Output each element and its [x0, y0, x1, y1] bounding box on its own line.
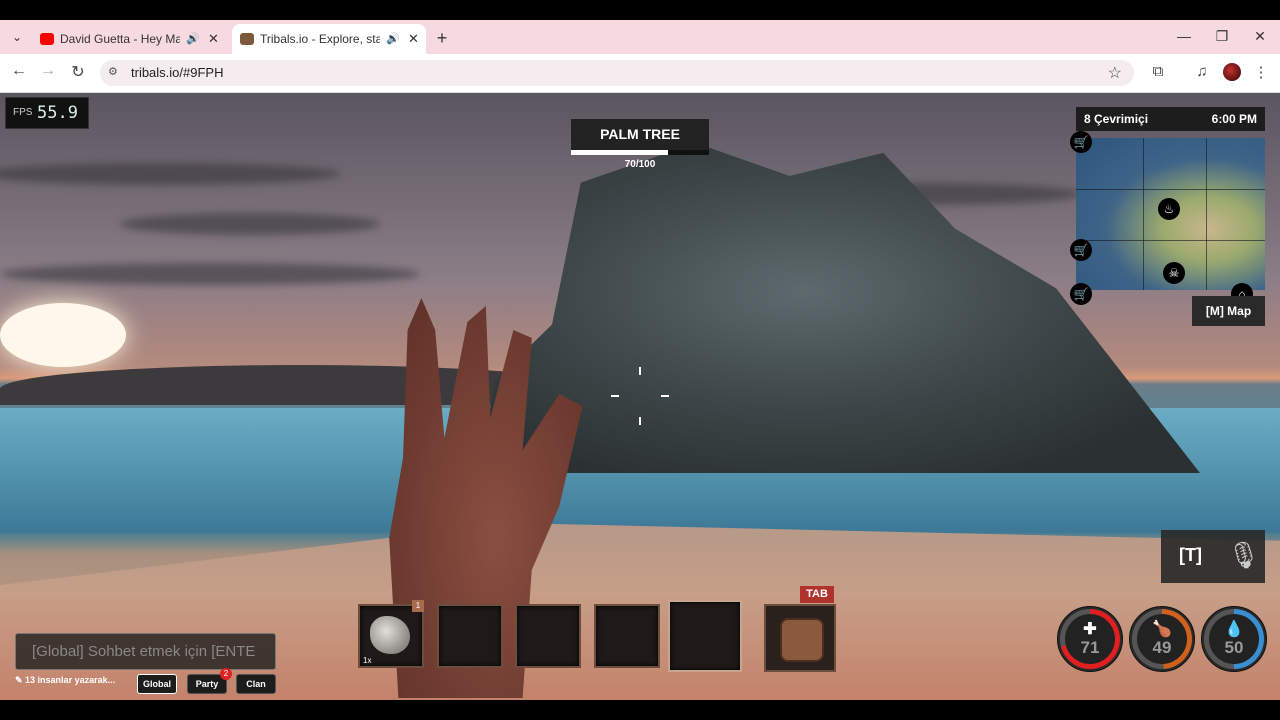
shop-cart-icon[interactable]: 🛒	[1070, 283, 1092, 305]
health-cross-icon: ✚	[1083, 621, 1097, 638]
profile-avatar[interactable]	[1223, 63, 1241, 81]
fps-counter: FPS 55.9	[5, 97, 89, 129]
target-health-fill	[571, 150, 668, 155]
minimap[interactable]: ♨ ☠	[1076, 138, 1265, 290]
cloud	[0, 163, 340, 185]
skull-icon: ☠	[1163, 262, 1185, 284]
close-icon[interactable]: ✕	[208, 24, 219, 54]
new-tab-button[interactable]: +	[432, 28, 452, 49]
chat-tab-global[interactable]: Global	[137, 674, 177, 694]
gauge-center: 💧 50	[1209, 614, 1259, 664]
bookmark-star-icon[interactable]: ☆	[1108, 63, 1122, 83]
speaker-icon[interactable]: 🔊	[186, 24, 200, 54]
back-arrow-icon[interactable]: ←	[8, 62, 30, 80]
voice-key-label: [T]	[1179, 545, 1202, 565]
hotbar-slot-1[interactable]: 1x 1	[358, 600, 424, 668]
shop-cart-icon[interactable]: 🛒	[1070, 131, 1092, 153]
item-count: 1x	[363, 656, 372, 665]
typing-indicator: ✎ 13 insanlar yazarak...	[15, 675, 116, 685]
target-health-bar	[571, 150, 709, 155]
slot-key: 1	[412, 600, 424, 612]
browser-tab-strip: ⌄ David Guetta - Hey Mama ( 🔊 ✕ Tribals.…	[0, 20, 1280, 54]
hotbar-slot-4[interactable]	[594, 604, 660, 668]
voice-chat-panel[interactable]: [T] 🎙	[1161, 530, 1265, 583]
thirst-gauge: 💧 50	[1201, 606, 1267, 672]
restore-button[interactable]: ❐	[1210, 28, 1234, 45]
close-window-button[interactable]: ✕	[1248, 28, 1272, 45]
top-black-bar	[0, 0, 1280, 20]
inventory-button[interactable]	[764, 604, 836, 672]
minimap-header: 8 Çevrimiçi 6:00 PM	[1076, 107, 1265, 131]
shop-cart-icon[interactable]: 🛒	[1070, 239, 1092, 261]
health-value: 71	[1080, 638, 1100, 657]
tribals-icon	[240, 33, 254, 45]
hotbar-slot-5[interactable]	[668, 600, 742, 672]
omnibox[interactable]: ⚙ tribals.io/#9FPH ☆	[100, 60, 1134, 86]
crosshair-left	[611, 395, 619, 397]
hotbar-slot-3[interactable]	[515, 604, 581, 668]
fps-label: FPS	[13, 107, 33, 118]
game-time: 6:00 PM	[1211, 112, 1257, 126]
fps-value: 55.9	[37, 103, 78, 123]
online-count: 8 Çevrimiçi	[1084, 112, 1149, 126]
menu-kebab-icon[interactable]: ⋮	[1251, 63, 1271, 81]
inventory-key: TAB	[800, 586, 834, 603]
address-bar: ← → ↻ ⚙ tribals.io/#9FPH ☆ ⧉ ♫ ⋮	[0, 54, 1280, 93]
crosshair-right	[661, 395, 669, 397]
youtube-icon	[40, 33, 54, 45]
grid-line	[1076, 189, 1265, 190]
target-name: PALM TREE	[600, 126, 680, 142]
hunger-gauge: 🍗 49	[1129, 606, 1195, 672]
minimize-button[interactable]: —	[1172, 28, 1196, 44]
chat-placeholder: [Global] Sohbet etmek için [ENTE	[32, 643, 256, 660]
crosshair-bottom	[639, 417, 641, 425]
tab-tribals[interactable]: Tribals.io - Explore, start cla 🔊 ✕	[232, 24, 426, 54]
campfire-icon: ♨	[1158, 198, 1180, 220]
microphone-icon[interactable]: 🎙	[1227, 540, 1260, 572]
media-control-icon[interactable]: ♫	[1192, 63, 1212, 80]
party-notification-badge: 2	[220, 668, 232, 680]
forward-arrow-icon[interactable]: →	[37, 62, 59, 80]
cloud	[0, 263, 420, 285]
gauge-center: 🍗 49	[1137, 614, 1187, 664]
map-button[interactable]: [M] Map	[1192, 296, 1265, 326]
backpack-icon	[780, 618, 824, 662]
tab-title: Tribals.io - Explore, start cla	[260, 32, 380, 46]
sun	[0, 303, 126, 367]
water-drop-icon: 💧	[1224, 621, 1244, 638]
cloud	[120, 213, 380, 235]
url-text[interactable]: tribals.io/#9FPH	[131, 65, 223, 80]
meat-icon: 🍗	[1152, 621, 1172, 638]
chat-tab-clan[interactable]: Clan	[236, 674, 276, 694]
speaker-icon[interactable]: 🔊	[386, 24, 400, 54]
crosshair-top	[639, 367, 641, 375]
hunger-value: 49	[1152, 638, 1172, 657]
stone-icon	[370, 616, 410, 654]
hotbar-slot-2[interactable]	[437, 604, 503, 668]
bottom-black-bar	[0, 700, 1280, 720]
tab-title: David Guetta - Hey Mama (	[60, 32, 180, 46]
site-info-icon[interactable]: ⚙	[108, 65, 118, 78]
grid-line	[1206, 138, 1207, 290]
health-gauge: ✚ 71	[1057, 606, 1123, 672]
grid-line	[1076, 240, 1265, 241]
grid-line	[1143, 138, 1144, 290]
tab-search-button[interactable]: ⌄	[6, 26, 28, 48]
thirst-value: 50	[1224, 638, 1244, 657]
extensions-icon[interactable]: ⧉	[1148, 63, 1168, 80]
reload-icon[interactable]: ↻	[67, 62, 89, 82]
gauge-center: ✚ 71	[1065, 614, 1115, 664]
game-viewport[interactable]: FPS 55.9 PALM TREE 70/100 8 Çevrimiçi 6:…	[0, 93, 1280, 700]
chat-input[interactable]: [Global] Sohbet etmek için [ENTE	[15, 633, 276, 670]
target-health-text: 70/100	[624, 159, 656, 170]
close-icon[interactable]: ✕	[408, 24, 419, 54]
tab-youtube[interactable]: David Guetta - Hey Mama ( 🔊 ✕	[32, 24, 228, 54]
